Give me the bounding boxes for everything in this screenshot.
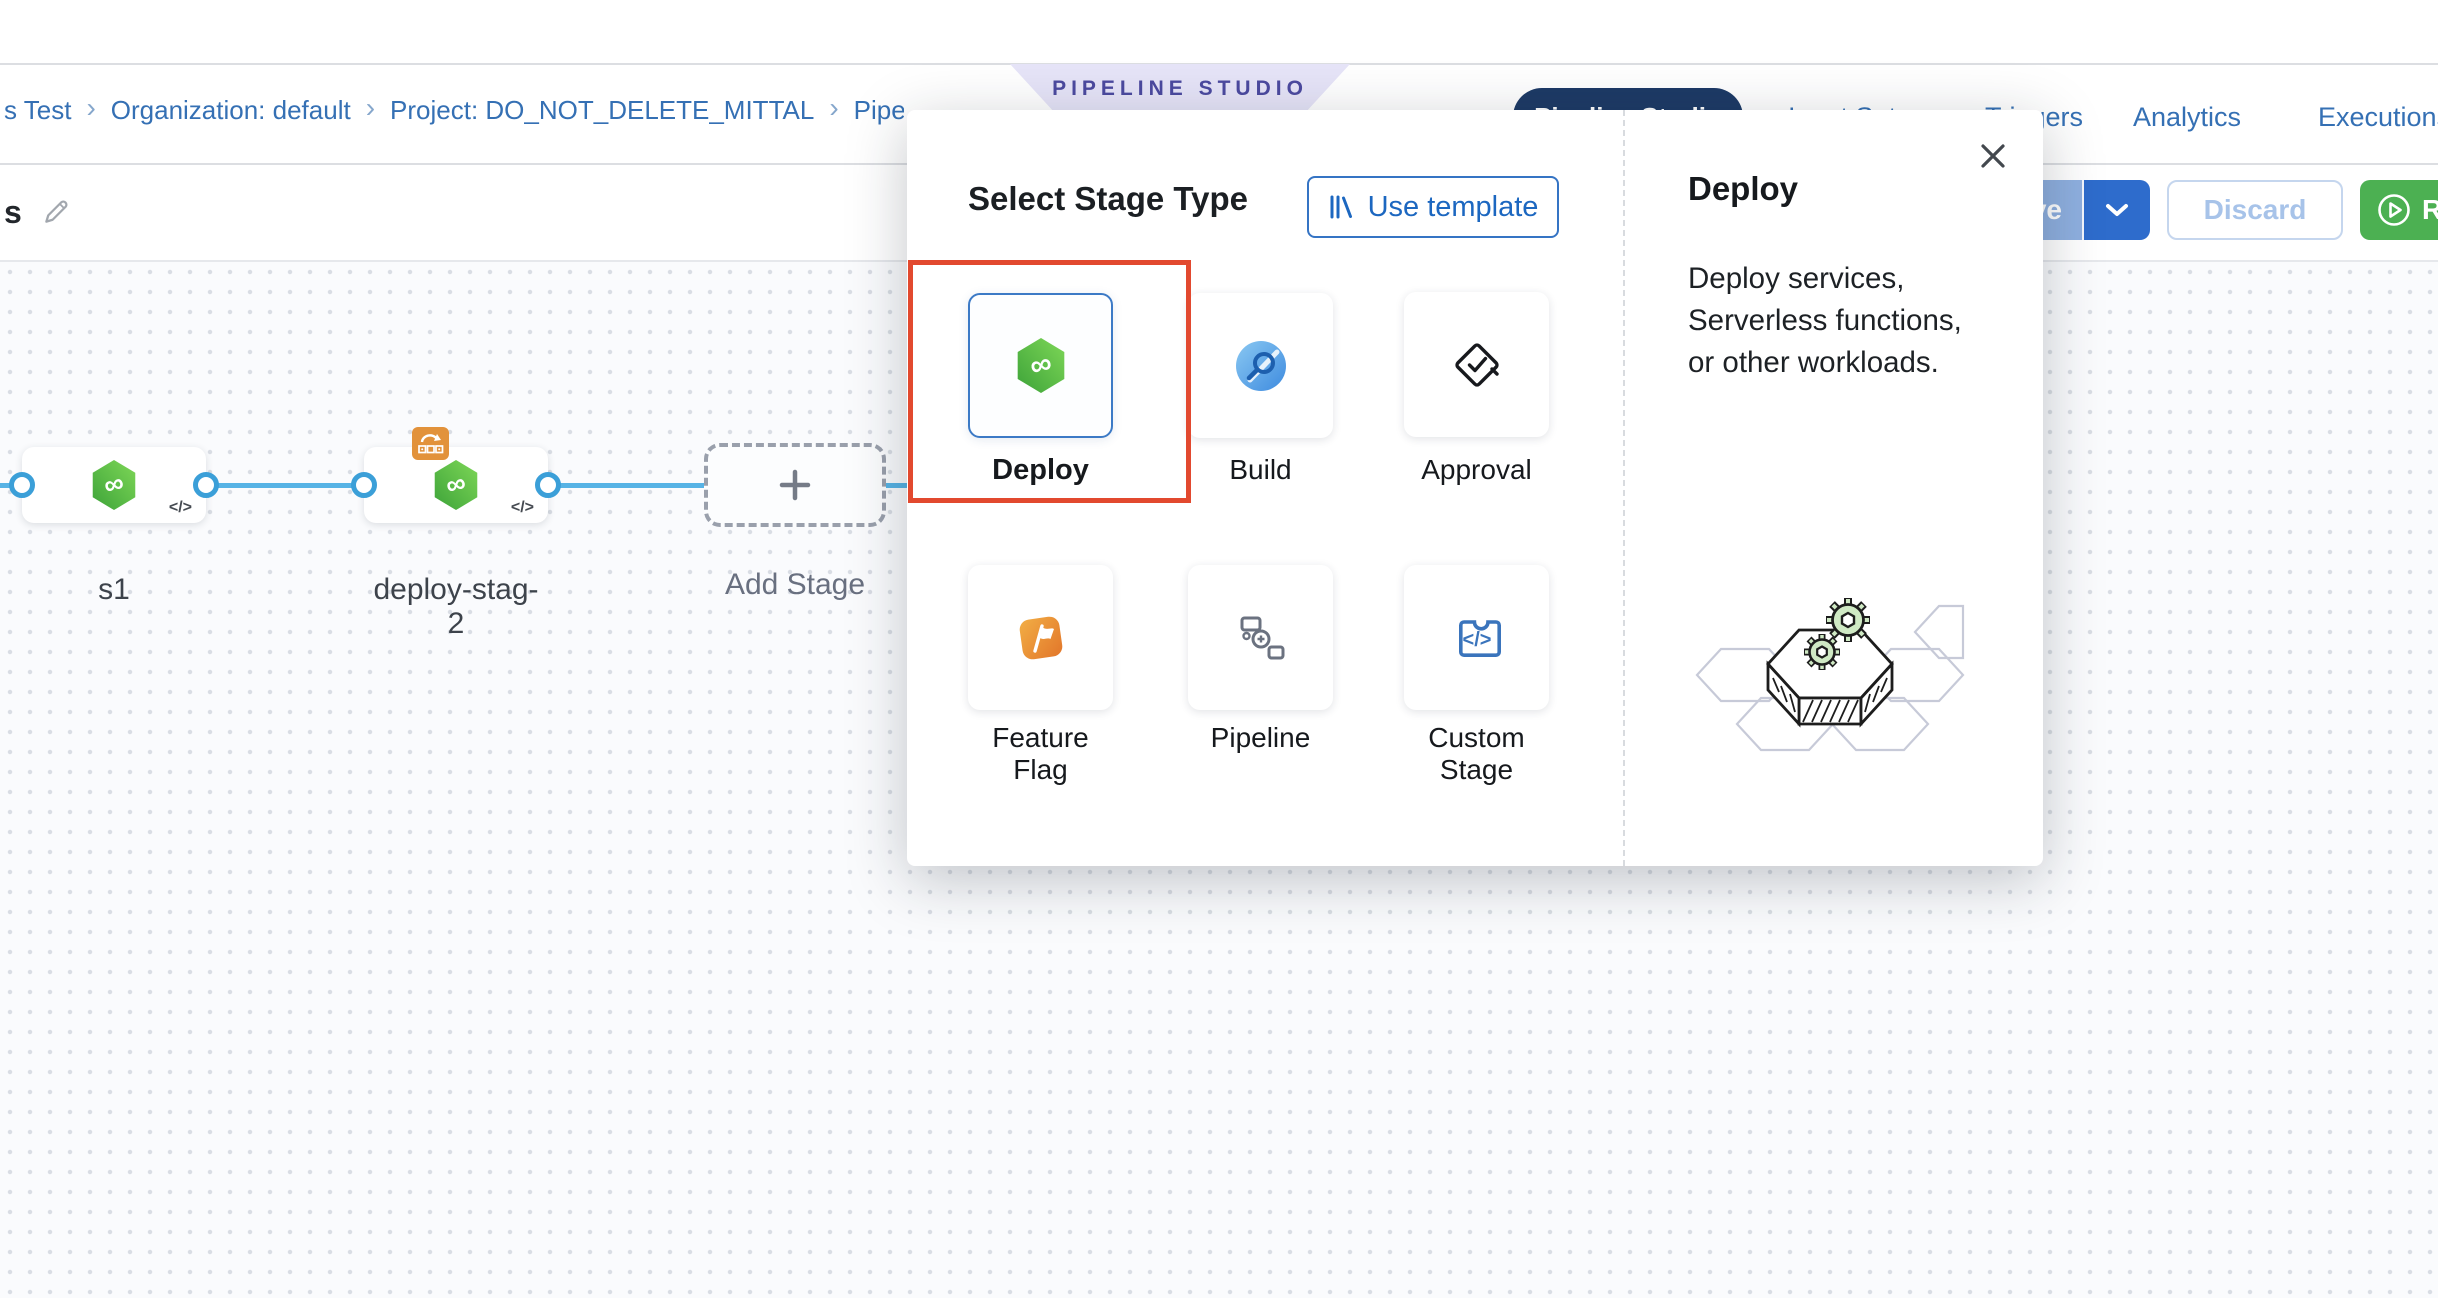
use-template-button[interactable]: Use template [1307, 176, 1559, 238]
stage-node-deploy-stag-2[interactable]: ∞ </> [364, 447, 548, 523]
pipeline-stage-icon [1234, 611, 1288, 665]
deploy-illustration [1695, 572, 1965, 767]
breadcrumb-separator: › [366, 94, 375, 124]
port-out-s1[interactable] [193, 472, 219, 498]
use-template-label: Use template [1368, 191, 1539, 224]
pipeline-name: s [4, 194, 22, 231]
save-options-button[interactable] [2082, 180, 2150, 240]
pipeline-studio-ribbon: PIPELINE STUDIO [1010, 64, 1350, 114]
stage-label-s1: s1 [34, 573, 194, 607]
run-label: Run [2422, 194, 2438, 226]
stage-type-card-feature-flag[interactable] [968, 565, 1113, 710]
port-in-s1[interactable] [9, 472, 35, 498]
breadcrumb-separator: › [829, 94, 838, 124]
add-stage-button[interactable] [704, 443, 886, 527]
port-out-deploy-stag-2[interactable] [535, 472, 561, 498]
breadcrumb-item-project[interactable]: Project: DO_NOT_DELETE_MITTAL [390, 95, 814, 126]
play-icon [2376, 192, 2412, 228]
template-library-icon [1328, 194, 1354, 220]
approval-stage-icon [1449, 337, 1505, 393]
edit-pipeline-button[interactable] [42, 196, 72, 226]
stage-type-label-build: Build [1188, 454, 1333, 486]
yaml-code-icon[interactable]: </> [169, 499, 192, 517]
build-stage-icon [1234, 339, 1288, 393]
deploy-highlight-box [908, 260, 1191, 503]
rolling-update-icon [415, 430, 446, 458]
rolling-deployment-badge [412, 427, 449, 460]
stage-type-card-approval[interactable] [1404, 292, 1549, 437]
close-icon [1978, 141, 2008, 171]
harness-deploy-icon: ∞ [432, 459, 480, 511]
detail-title: Deploy [1688, 170, 1798, 208]
pipeline-studio-page: s Test › Organization: default › Project… [0, 0, 2438, 1298]
stage-type-label-pipeline: Pipeline [1188, 722, 1333, 754]
port-in-deploy-stag-2[interactable] [351, 472, 377, 498]
ribbon-label: PIPELINE STUDIO [1052, 77, 1308, 101]
feature-flag-stage-icon [1014, 611, 1068, 665]
dialog-panel-divider [1623, 110, 1625, 866]
discard-button[interactable]: Discard [2167, 180, 2343, 240]
custom-stage-icon: </> [1448, 611, 1506, 665]
tab-analytics[interactable]: Analytics [2133, 102, 2241, 133]
breadcrumb-item-org[interactable]: Organization: default [111, 95, 351, 126]
pencil-icon [42, 196, 72, 226]
stage-type-card-build[interactable] [1188, 293, 1333, 438]
stage-type-label-feature-flag: Feature Flag [968, 722, 1113, 786]
top-band [0, 0, 2438, 63]
detail-description: Deploy services, Serverless functions, o… [1688, 258, 1988, 384]
stage-type-label-approval: Approval [1404, 454, 1549, 486]
run-button[interactable]: Run [2360, 180, 2438, 240]
close-dialog-button[interactable] [1973, 136, 2013, 176]
svg-text:</>: </> [1462, 629, 1491, 651]
yaml-code-icon[interactable]: </> [511, 499, 534, 517]
select-stage-type-dialog: Select Stage Type Use template ∞ [907, 110, 2043, 866]
breadcrumb-item-pipelines[interactable]: Pipelines [854, 95, 904, 126]
stage-type-card-pipeline[interactable] [1188, 565, 1333, 710]
plus-icon [776, 466, 814, 504]
stage-label-deploy-stag-2: deploy-stag-2 [366, 573, 546, 641]
breadcrumb-item-account[interactable]: s Test [4, 95, 71, 126]
stage-type-card-custom[interactable]: </> [1404, 565, 1549, 710]
stage-node-s1[interactable]: ∞ </> [22, 447, 206, 523]
breadcrumb-separator: › [86, 94, 95, 124]
chevron-down-icon [2104, 201, 2130, 219]
dialog-title: Select Stage Type [968, 180, 1248, 218]
add-stage-label: Add Stage [704, 568, 886, 602]
breadcrumb: s Test › Organization: default › Project… [4, 94, 904, 126]
stage-type-label-custom: Custom Stage [1404, 722, 1549, 786]
discard-label: Discard [2204, 194, 2307, 226]
tab-executions[interactable]: Executions [2318, 102, 2438, 133]
harness-deploy-icon: ∞ [90, 459, 138, 511]
